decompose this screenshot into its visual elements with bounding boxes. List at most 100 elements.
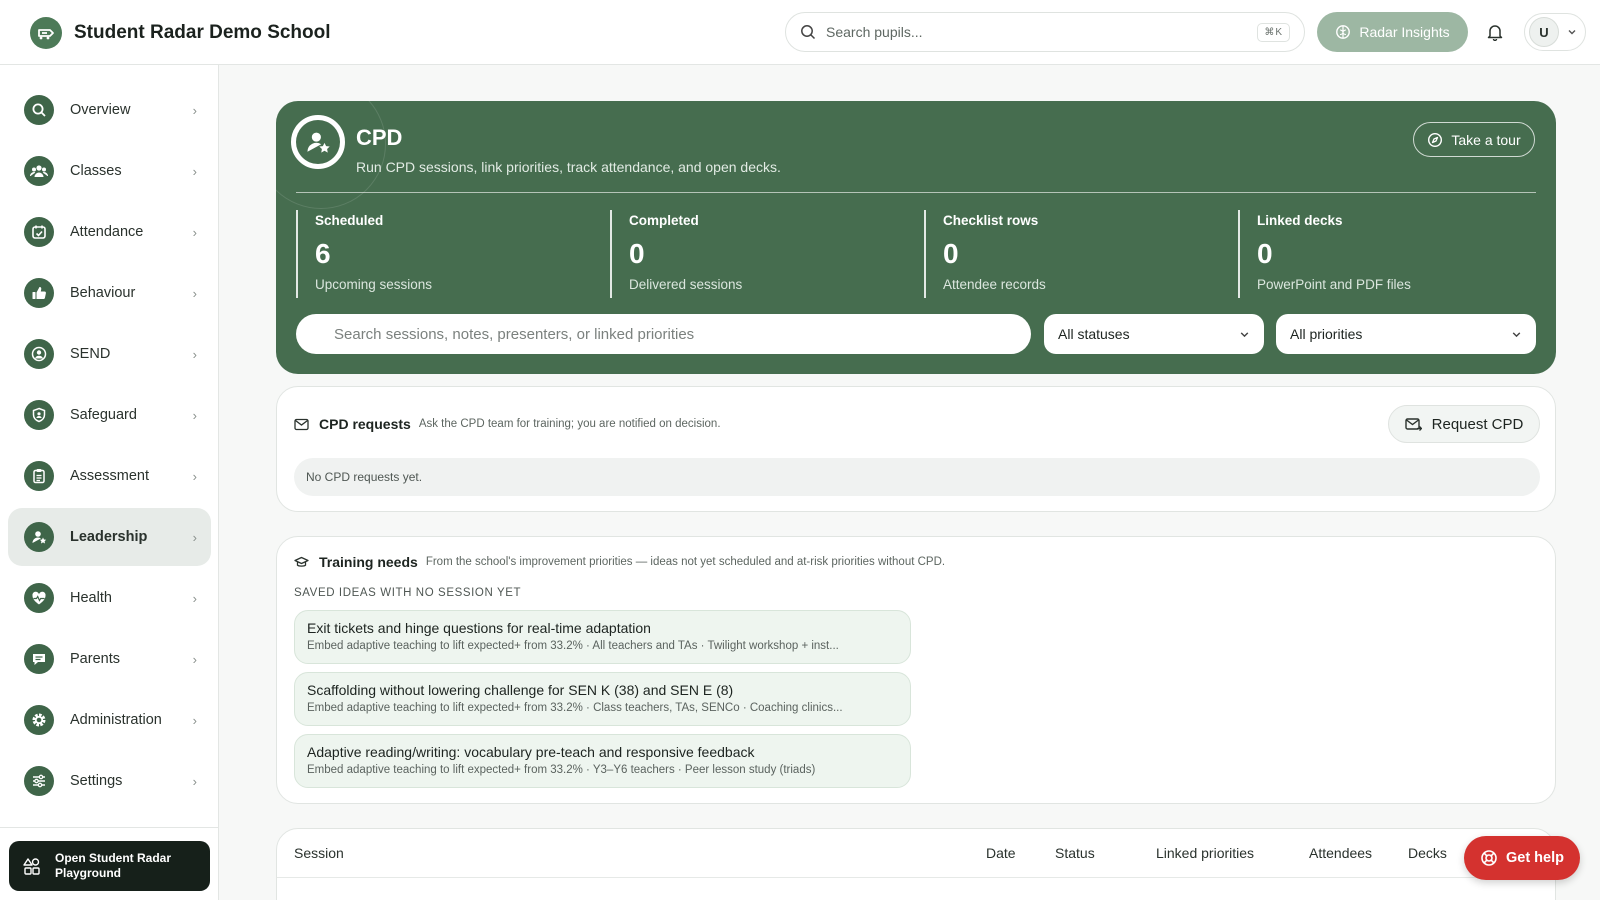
cpd-requests-empty: No CPD requests yet. <box>294 458 1540 496</box>
page-subtitle: Run CPD sessions, link priorities, track… <box>356 159 781 175</box>
open-playground-button[interactable]: Open Student Radar Playground <box>9 841 210 891</box>
sidebar-item-settings[interactable]: Settings › <box>8 752 211 810</box>
chevron-right-icon: › <box>192 102 197 118</box>
pupil-search-input[interactable]: Search pupils... ⌘K <box>785 12 1305 52</box>
calendar-check-icon <box>24 217 54 247</box>
column-header-date[interactable]: Date <box>986 845 1016 861</box>
chevron-down-icon <box>1240 331 1249 337</box>
top-bar: Student Radar Demo School Search pupils.… <box>0 0 1600 65</box>
lifebuoy-icon <box>1481 850 1497 866</box>
chat-icon <box>24 644 54 674</box>
stat-checklist-rows: Checklist rows 0 Attendee records <box>924 210 1224 298</box>
chevron-right-icon: › <box>192 285 197 301</box>
sidebar-item-label: Administration <box>70 712 162 728</box>
stat-linked-decks: Linked decks 0 PowerPoint and PDF files <box>1238 210 1538 298</box>
clipboard-icon <box>24 461 54 491</box>
request-cpd-label: Request CPD <box>1431 415 1524 433</box>
sidebar-item-leadership[interactable]: Leadership › <box>8 508 211 566</box>
chevron-right-icon: › <box>192 590 197 606</box>
column-header-status[interactable]: Status <box>1055 845 1095 861</box>
chevron-right-icon: › <box>192 346 197 362</box>
sidebar-item-health[interactable]: Health › <box>8 569 211 627</box>
sidebar-item-label: SEND <box>70 346 111 362</box>
cpd-requests-hint: Ask the CPD team for training; you are n… <box>418 418 721 430</box>
mail-send-icon <box>1404 417 1422 431</box>
chevron-right-icon: › <box>192 468 197 484</box>
search-placeholder: Search pupils... <box>826 24 923 40</box>
chevron-down-icon <box>1568 30 1576 35</box>
status-filter-select[interactable]: All statuses <box>1044 314 1264 354</box>
avatar: U <box>1529 17 1559 47</box>
column-header-session[interactable]: Session <box>294 845 344 861</box>
user-star-icon <box>24 522 54 552</box>
search-icon <box>24 95 54 125</box>
table-header-divider <box>277 877 1555 878</box>
stat-value: 0 <box>943 238 959 269</box>
stat-value: 0 <box>629 238 645 269</box>
sidebar-item-label: Settings <box>70 773 123 789</box>
stat-value: 0 <box>1257 238 1273 269</box>
idea-details: Embed adaptive teaching to lift expected… <box>307 764 816 776</box>
sidebar: Overview › Classes › Attendance › Behavi… <box>0 65 219 900</box>
user-menu[interactable]: U <box>1524 13 1586 51</box>
shapes-icon <box>23 858 40 875</box>
radar-insights-button[interactable]: Radar Insights <box>1317 12 1468 52</box>
gear-icon <box>24 705 54 735</box>
column-header-attendees[interactable]: Attendees <box>1309 845 1372 861</box>
sidebar-item-overview[interactable]: Overview › <box>8 81 211 139</box>
training-needs-hint: From the school's improvement priorities… <box>425 556 946 568</box>
sidebar-item-label: Leadership <box>70 529 148 545</box>
take-tour-label: Take a tour <box>1451 131 1521 148</box>
stat-label: Checklist rows <box>943 213 1039 228</box>
search-shortcut: ⌘K <box>1257 22 1290 42</box>
idea-title: Adaptive reading/writing: vocabulary pre… <box>307 744 755 760</box>
chevron-right-icon: › <box>192 407 197 423</box>
take-tour-button[interactable]: Take a tour <box>1413 122 1535 157</box>
bell-icon[interactable] <box>1484 21 1506 43</box>
mail-icon <box>294 418 309 430</box>
brand[interactable]: Student Radar Demo School <box>30 17 331 49</box>
sidebar-item-administration[interactable]: Administration › <box>8 691 211 749</box>
sidebar-item-send[interactable]: SEND › <box>8 325 211 383</box>
cpd-hero-panel: CPD Run CPD sessions, link priorities, t… <box>276 101 1556 374</box>
sidebar-item-label: Parents <box>70 651 120 667</box>
sidebar-item-behaviour[interactable]: Behaviour › <box>8 264 211 322</box>
get-help-button[interactable]: Get help <box>1464 836 1580 880</box>
idea-card[interactable]: Adaptive reading/writing: vocabulary pre… <box>294 734 911 788</box>
sidebar-item-parents[interactable]: Parents › <box>8 630 211 688</box>
stat-desc: Upcoming sessions <box>315 277 433 292</box>
priority-filter-select[interactable]: All priorities <box>1276 314 1536 354</box>
training-needs-header: Training needs From the school's improve… <box>294 554 945 570</box>
session-search-placeholder: Search sessions, notes, presenters, or l… <box>334 325 695 343</box>
sidebar-item-label: Classes <box>70 163 122 179</box>
sidebar-item-label: Assessment <box>70 468 149 484</box>
status-filter-value: All statuses <box>1058 326 1130 342</box>
sidebar-item-attendance[interactable]: Attendance › <box>8 203 211 261</box>
graduation-cap-icon <box>294 556 309 567</box>
column-header-decks[interactable]: Decks <box>1408 845 1447 861</box>
hero-divider <box>296 192 1536 193</box>
sessions-table: Session Date Status Linked priorities At… <box>276 828 1556 900</box>
sliders-icon <box>24 766 54 796</box>
training-needs-title: Training needs <box>319 554 418 570</box>
chevron-down-icon <box>1512 331 1521 337</box>
saved-ideas-label: SAVED IDEAS WITH NO SESSION YET <box>294 587 522 599</box>
idea-card[interactable]: Exit tickets and hinge questions for rea… <box>294 610 911 664</box>
compass-icon <box>1428 132 1443 147</box>
session-search-input[interactable]: Search sessions, notes, presenters, or l… <box>296 314 1031 354</box>
cpd-requests-header: CPD requests Ask the CPD team for traini… <box>294 416 721 432</box>
idea-details: Embed adaptive teaching to lift expected… <box>307 702 843 714</box>
request-cpd-button[interactable]: Request CPD <box>1388 405 1540 443</box>
sidebar-item-assessment[interactable]: Assessment › <box>8 447 211 505</box>
idea-card[interactable]: Scaffolding without lowering challenge f… <box>294 672 911 726</box>
idea-title: Exit tickets and hinge questions for rea… <box>307 620 651 636</box>
shield-icon <box>24 400 54 430</box>
chevron-right-icon: › <box>192 651 197 667</box>
sidebar-item-classes[interactable]: Classes › <box>8 142 211 200</box>
stat-desc: PowerPoint and PDF files <box>1257 277 1411 292</box>
column-header-linked-priorities[interactable]: Linked priorities <box>1156 845 1254 861</box>
chevron-right-icon: › <box>192 163 197 179</box>
sidebar-item-label: Attendance <box>70 224 144 240</box>
sidebar-item-safeguard[interactable]: Safeguard › <box>8 386 211 444</box>
person-circle-icon <box>24 339 54 369</box>
